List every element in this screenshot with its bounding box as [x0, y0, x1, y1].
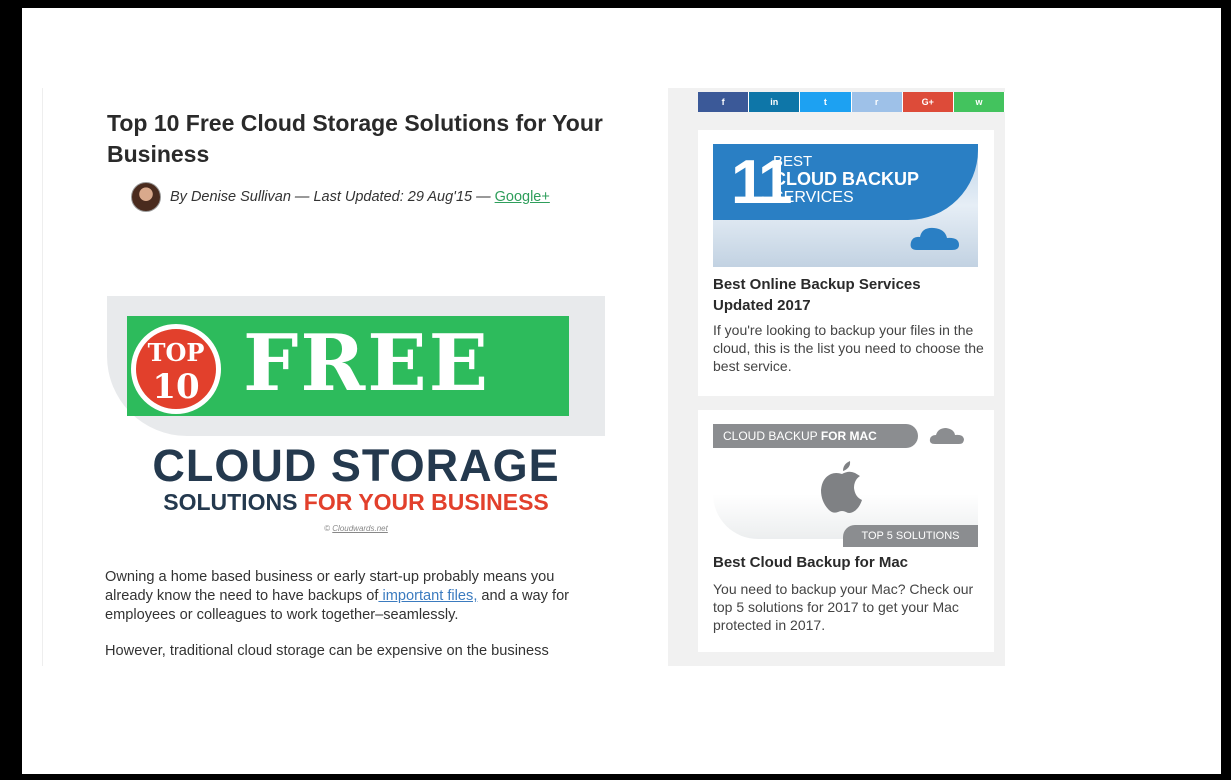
author-avatar[interactable] [131, 182, 161, 212]
related-card-mac-backup[interactable]: CLOUD BACKUP FOR MAC TOP 5 SOLUTIONS Bes… [698, 410, 994, 652]
thumbnail-footer: TOP 5 SOLUTIONS [843, 525, 978, 547]
linkedin-icon: in [770, 97, 779, 107]
hero-line1: CLOUD STORAGE [152, 440, 560, 491]
hero-free-word: FREE [243, 318, 491, 409]
card-thumbnail[interactable]: 11 BEST CLOUD BACKUP SERVICES [713, 144, 978, 267]
byline: By Denise Sullivan — Last Updated: 29 Au… [131, 182, 550, 212]
sidebar: f in t r G+ w 11 BEST CLOUD BACKUP SERVI… [668, 88, 1005, 666]
reddit-icon: r [874, 97, 879, 107]
share-bar: f in t r G+ w [698, 92, 1005, 112]
twitter-icon: t [823, 97, 827, 107]
image-credit: © Cloudwards.net [107, 524, 605, 533]
googleplus-icon: G+ [921, 97, 934, 107]
byline-text: By Denise Sullivan — Last Updated: 29 Au… [170, 189, 491, 205]
important-files-link[interactable]: important files, [378, 588, 477, 604]
apple-icon [821, 461, 862, 513]
googleplus-share-button[interactable]: G+ [902, 92, 954, 112]
facebook-share-button[interactable]: f [698, 92, 750, 112]
credit-prefix: © [324, 524, 331, 533]
reddit-share-button[interactable]: r [851, 92, 903, 112]
twitter-share-button[interactable]: t [800, 92, 852, 112]
card-thumbnail[interactable]: CLOUD BACKUP FOR MAC TOP 5 SOLUTIONS [713, 424, 978, 547]
whatsapp-share-button[interactable]: w [953, 92, 1005, 112]
hero-image: TOP 10 FREE CLOUD STORAGE SOLUTIONS FOR … [107, 296, 605, 524]
hero-badge-number: 10 [152, 367, 200, 407]
card-title[interactable]: Best Online Backup Services Updated 2017 [713, 274, 983, 316]
hero-badge-top: TOP [147, 338, 205, 367]
thumbnail-line3: SERVICES [773, 189, 854, 206]
article-column: Top 10 Free Cloud Storage Solutions for … [42, 88, 640, 666]
card-description: If you're looking to backup your files i… [713, 322, 984, 374]
credit-link[interactable]: Cloudwards.net [332, 524, 388, 533]
article-title: Top 10 Free Cloud Storage Solutions for … [107, 110, 603, 167]
google-plus-link[interactable]: Google+ [495, 189, 550, 205]
cloud-icon [929, 428, 964, 444]
thumbnail-header-a: CLOUD BACKUP [723, 429, 821, 443]
hero-line2: SOLUTIONS FOR YOUR BUSINESS [107, 489, 605, 515]
linkedin-share-button[interactable]: in [749, 92, 801, 112]
related-card-backup-services[interactable]: 11 BEST CLOUD BACKUP SERVICES Best Onlin… [698, 130, 994, 396]
facebook-icon: f [721, 97, 725, 107]
paragraph-2: However, traditional cloud storage can b… [105, 643, 549, 659]
thumbnail-header: CLOUD BACKUP FOR MAC [713, 424, 918, 448]
thumbnail-line1: BEST [773, 153, 813, 170]
hero-line2-b: FOR YOUR BUSINESS [303, 489, 549, 515]
thumbnail-header-b: FOR MAC [820, 429, 877, 443]
card-description: You need to backup your Mac? Check our t… [713, 581, 974, 633]
cloud-icon [910, 227, 959, 250]
thumbnail-line2: CLOUD BACKUP [773, 169, 919, 189]
whatsapp-icon: w [975, 97, 983, 107]
paragraph-1: Owning a home based business or early st… [105, 568, 597, 625]
card-title[interactable]: Best Cloud Backup for Mac [713, 552, 983, 573]
hero-line2-a: SOLUTIONS [163, 489, 298, 515]
hero-badge: TOP 10 [131, 324, 221, 414]
